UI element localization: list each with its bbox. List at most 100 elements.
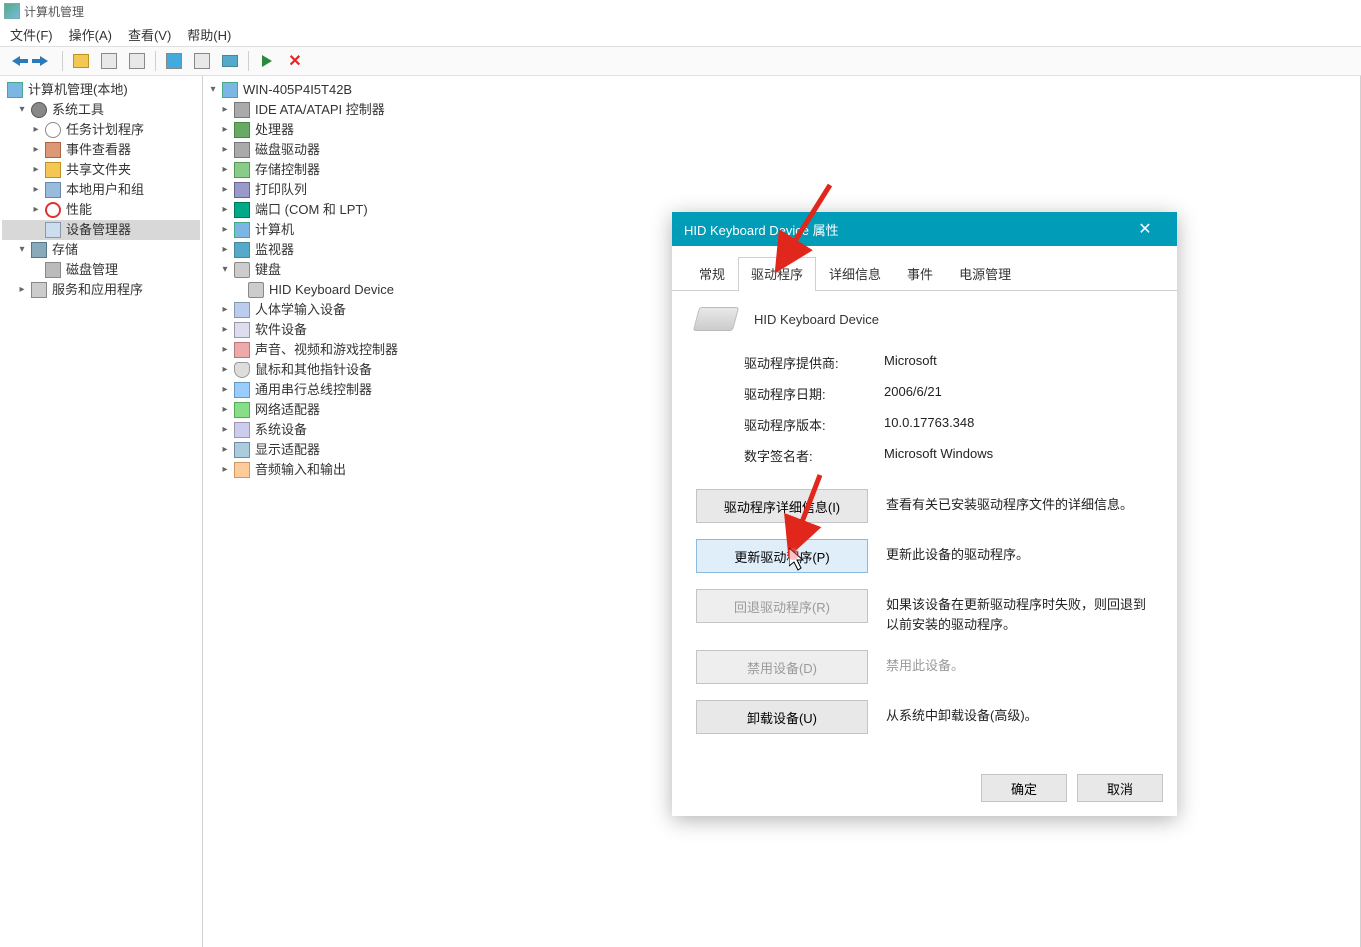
rollback-driver-button: 回退驱动程序(R) (696, 589, 868, 623)
tab-events[interactable]: 事件 (894, 257, 946, 291)
expand-icon[interactable]: ▸ (219, 220, 231, 240)
tree-label: 键盘 (253, 260, 283, 280)
expand-icon[interactable]: ▾ (219, 260, 231, 280)
tree-label: IDE ATA/ATAPI 控制器 (253, 100, 387, 120)
tab-general[interactable]: 常规 (686, 257, 738, 291)
expand-icon[interactable]: ▸ (219, 420, 231, 440)
tree-label: 打印队列 (253, 180, 309, 200)
tree-services[interactable]: ▸ 服务和应用程序 (2, 280, 200, 300)
mouse-icon (234, 362, 250, 378)
date-label: 驱动程序日期: (744, 384, 884, 403)
expand-icon[interactable]: ▸ (30, 160, 42, 180)
expand-icon[interactable]: ▸ (219, 460, 231, 480)
tree-system-tools[interactable]: ▾ 系统工具 (2, 100, 200, 120)
tree-disk-mgmt[interactable]: 磁盘管理 (2, 260, 200, 280)
expand-icon[interactable]: ▸ (30, 120, 42, 140)
expand-icon[interactable]: ▸ (30, 180, 42, 200)
window-title: 计算机管理 (24, 3, 84, 20)
driver-info-table: 驱动程序提供商:Microsoft 驱动程序日期:2006/6/21 驱动程序版… (744, 353, 1153, 465)
expand-icon[interactable]: ▸ (16, 280, 28, 300)
tree-storage[interactable]: ▾ 存储 (2, 240, 200, 260)
expand-icon[interactable]: ▸ (219, 400, 231, 420)
tree-event-viewer[interactable]: ▸ 事件查看器 (2, 140, 200, 160)
dialog-titlebar[interactable]: HID Keyboard Device 属性 ✕ (672, 212, 1177, 246)
tab-details[interactable]: 详细信息 (816, 257, 894, 291)
menu-action[interactable]: 操作(A) (61, 23, 120, 46)
menu-file[interactable]: 文件(F) (2, 23, 61, 46)
expand-icon[interactable]: ▸ (219, 100, 231, 120)
tree-label: WIN-405P4I5T42B (241, 80, 354, 100)
signer-label: 数字签名者: (744, 446, 884, 465)
tree-label: 性能 (64, 200, 94, 220)
expand-icon[interactable]: ▾ (207, 80, 219, 100)
window-titlebar: 计算机管理 (0, 0, 1361, 22)
expand-icon[interactable]: ▸ (219, 200, 231, 220)
tree-label: 系统工具 (50, 100, 106, 120)
ok-button[interactable]: 确定 (981, 774, 1067, 802)
tree-label: 事件查看器 (64, 140, 133, 160)
nav-forward-button[interactable] (32, 49, 56, 73)
dev-disk[interactable]: ▸磁盘驱动器 (205, 140, 1358, 160)
expand-icon[interactable]: ▸ (30, 140, 42, 160)
tb-btn-play[interactable] (255, 49, 279, 73)
tab-power[interactable]: 电源管理 (946, 257, 1024, 291)
tree-label: 系统设备 (253, 420, 309, 440)
expand-icon[interactable]: ▾ (16, 100, 28, 120)
expand-icon[interactable]: ▸ (219, 380, 231, 400)
expand-icon[interactable]: ▾ (16, 240, 28, 260)
expand-icon[interactable]: ▸ (219, 120, 231, 140)
tab-driver[interactable]: 驱动程序 (738, 257, 816, 291)
dev-cpu[interactable]: ▸处理器 (205, 120, 1358, 140)
tree-label: 网络适配器 (253, 400, 322, 420)
users-icon (45, 182, 61, 198)
tree-label: 人体学输入设备 (253, 300, 348, 320)
tree-performance[interactable]: ▸ 性能 (2, 200, 200, 220)
expand-icon[interactable]: ▸ (219, 360, 231, 380)
dialog-close-button[interactable]: ✕ (1125, 212, 1165, 246)
expand-icon[interactable]: ▸ (219, 320, 231, 340)
expand-icon[interactable]: ▸ (219, 240, 231, 260)
device-header: HID Keyboard Device (696, 307, 1153, 331)
expand-icon[interactable]: ▸ (30, 200, 42, 220)
tree-label: 计算机 (253, 220, 296, 240)
folder-icon (73, 54, 89, 68)
nav-back-button[interactable] (4, 49, 28, 73)
expand-icon[interactable]: ▸ (219, 340, 231, 360)
dev-computer[interactable]: ▾ WIN-405P4I5T42B (205, 80, 1358, 100)
menu-view[interactable]: 查看(V) (120, 23, 179, 46)
storage-icon (31, 242, 47, 258)
tree-shared-folders[interactable]: ▸ 共享文件夹 (2, 160, 200, 180)
signer-value: Microsoft Windows (884, 446, 993, 465)
tree-task-scheduler[interactable]: ▸ 任务计划程序 (2, 120, 200, 140)
dev-storage-ctrl[interactable]: ▸存储控制器 (205, 160, 1358, 180)
tree-local-users[interactable]: ▸ 本地用户和组 (2, 180, 200, 200)
tree-root[interactable]: 计算机管理(本地) (2, 80, 200, 100)
tb-btn-3[interactable] (125, 49, 149, 73)
expand-icon[interactable]: ▸ (219, 140, 231, 160)
driver-details-button[interactable]: 驱动程序详细信息(I) (696, 489, 868, 523)
system-icon (234, 422, 250, 438)
toolbar-separator (155, 51, 156, 71)
driver-details-desc: 查看有关已安装驱动程序文件的详细信息。 (886, 489, 1153, 515)
tb-btn-1[interactable] (69, 49, 93, 73)
folder-icon (45, 162, 61, 178)
tree-device-manager[interactable]: 设备管理器 (2, 220, 200, 240)
update-driver-button[interactable]: 更新驱动程序(P) (696, 539, 868, 573)
expand-icon[interactable]: ▸ (219, 440, 231, 460)
sound-icon (234, 342, 250, 358)
tb-btn-monitor[interactable] (218, 49, 242, 73)
tb-btn-4[interactable] (190, 49, 214, 73)
menu-help[interactable]: 帮助(H) (179, 23, 239, 46)
expand-icon[interactable]: ▸ (219, 160, 231, 180)
network-icon (234, 402, 250, 418)
tb-btn-delete[interactable]: ✕ (283, 49, 307, 73)
expand-icon[interactable]: ▸ (219, 300, 231, 320)
dev-printq[interactable]: ▸ 打印队列 (205, 180, 1358, 200)
tb-btn-help[interactable] (162, 49, 186, 73)
cancel-button[interactable]: 取消 (1077, 774, 1163, 802)
list-icon (129, 53, 145, 69)
expand-icon[interactable]: ▸ (219, 180, 231, 200)
tb-btn-2[interactable] (97, 49, 121, 73)
uninstall-device-button[interactable]: 卸载设备(U) (696, 700, 868, 734)
dev-ide[interactable]: ▸ IDE ATA/ATAPI 控制器 (205, 100, 1358, 120)
